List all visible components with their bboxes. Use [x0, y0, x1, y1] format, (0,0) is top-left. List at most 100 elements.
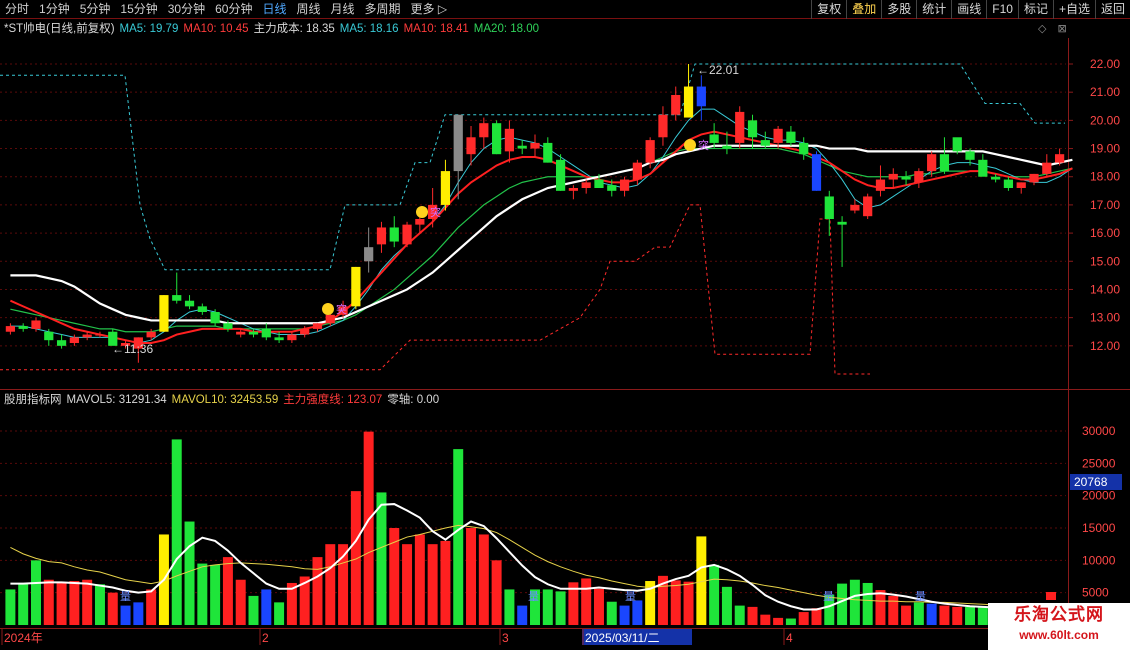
candle-body: [837, 221, 847, 225]
volume-bar: [862, 582, 873, 625]
volume-marker: 量: [625, 590, 636, 603]
volume-bar: [965, 606, 976, 625]
candle-body: [300, 328, 310, 335]
volume-bar: [376, 492, 387, 625]
candle-body: [82, 334, 92, 338]
last-volume-bar: [1046, 592, 1056, 600]
volume-bar: [939, 605, 950, 625]
candle-body: [760, 140, 770, 146]
watermark-title: 乐淘公式网: [1014, 605, 1104, 624]
candle-body: [504, 128, 515, 152]
volume-bar: [683, 581, 694, 625]
volume-bar: [632, 600, 643, 625]
candle-body: [696, 86, 706, 107]
price-axis-label: 17.00: [1090, 198, 1120, 212]
date-label: 4: [786, 631, 793, 645]
volume-axis-label: 15000: [1082, 521, 1116, 535]
candle-body: [607, 185, 617, 191]
price-axis-label: 15.00: [1090, 254, 1120, 268]
candle-body: [18, 326, 28, 329]
candle-body: [965, 151, 975, 160]
candle-body: [325, 314, 335, 324]
candle-body: [914, 171, 924, 183]
candle-body: [248, 331, 259, 335]
volume-bar: [593, 588, 604, 625]
candle-body: [991, 176, 1001, 180]
candle-body: [709, 134, 719, 143]
candle-body: [799, 142, 809, 155]
volume-bar: [478, 534, 489, 625]
volume-bar: [849, 579, 860, 625]
volume-bar: [901, 605, 912, 625]
volume-bar: [466, 528, 477, 625]
candle-body: [1042, 162, 1052, 174]
candle-body: [479, 123, 489, 138]
volume-bar: [491, 560, 502, 625]
candle-body: [261, 328, 271, 338]
price-axis-label: 20.00: [1090, 113, 1120, 127]
volume-bar: [30, 560, 41, 625]
candle-body: [517, 145, 527, 149]
candle-body: [939, 154, 950, 172]
candle-body: [581, 182, 591, 188]
volume-bar: [913, 602, 924, 625]
candle-body: [632, 162, 642, 180]
volume-bar: [504, 589, 515, 625]
price-axis-label: 22.00: [1090, 57, 1120, 71]
date-label: 2: [262, 631, 269, 645]
volume-bar: [721, 586, 732, 625]
volume-bar: [785, 618, 796, 625]
candle-body: [1003, 179, 1014, 188]
volume-bar: [210, 564, 221, 625]
volume-bar: [248, 595, 259, 625]
candle-body: [56, 340, 67, 346]
volume-bar: [977, 607, 988, 625]
watermark-logo: 乐淘公式网 www.60lt.com: [988, 603, 1130, 650]
volume-bar: [133, 602, 144, 625]
volume-bar: [274, 602, 285, 625]
volume-marker: 量: [823, 590, 834, 603]
volume-axis-label: 20000: [1082, 489, 1116, 503]
volume-axis-label: 30000: [1082, 424, 1116, 438]
volume-bar: [606, 601, 617, 625]
candle-body: [824, 196, 834, 219]
signal-text: 突: [430, 205, 441, 219]
ma5-line: [10, 108, 1073, 344]
candle-body: [671, 95, 681, 115]
candle-body: [594, 179, 604, 188]
volume-bar: [402, 544, 413, 625]
candle-body: [786, 131, 796, 143]
volume-axis-label: 10000: [1082, 553, 1116, 567]
volume-bar: [18, 582, 29, 625]
volume-bar: [760, 614, 771, 625]
volume-bar: [837, 583, 848, 625]
upper-channel-line: [0, 63, 1065, 271]
volume-bar: [542, 589, 553, 625]
volume-bar: [875, 590, 886, 625]
candle-body: [466, 137, 476, 155]
volume-bar: [555, 591, 566, 625]
candle-body: [402, 224, 412, 245]
volume-bar: [952, 606, 963, 625]
candle-body: [5, 326, 16, 332]
kline-chart[interactable]: 22.00 21.00 20.00 19.00 18.00 17.00 16.00 15.00…: [0, 0, 1130, 650]
candle-body: [875, 179, 886, 191]
candle-body: [210, 312, 220, 324]
candle-body: [568, 188, 578, 191]
volume-bar: [197, 563, 208, 625]
candle-body: [415, 219, 425, 225]
candle-body: [1029, 173, 1039, 183]
signal-text: 突: [336, 302, 347, 316]
candle-body: [172, 295, 182, 301]
price-axis-label: 14.00: [1090, 282, 1120, 296]
volume-marker: 量: [915, 590, 926, 603]
candle-body: [863, 196, 873, 217]
candle-body: [543, 142, 553, 163]
candle-body: [735, 111, 745, 143]
volume-bar: [69, 581, 80, 625]
candle-body: [287, 334, 297, 341]
date-label: 3: [502, 631, 509, 645]
candle-body: [645, 140, 655, 163]
candle-body: [146, 331, 156, 338]
volume-bar: [773, 617, 784, 625]
